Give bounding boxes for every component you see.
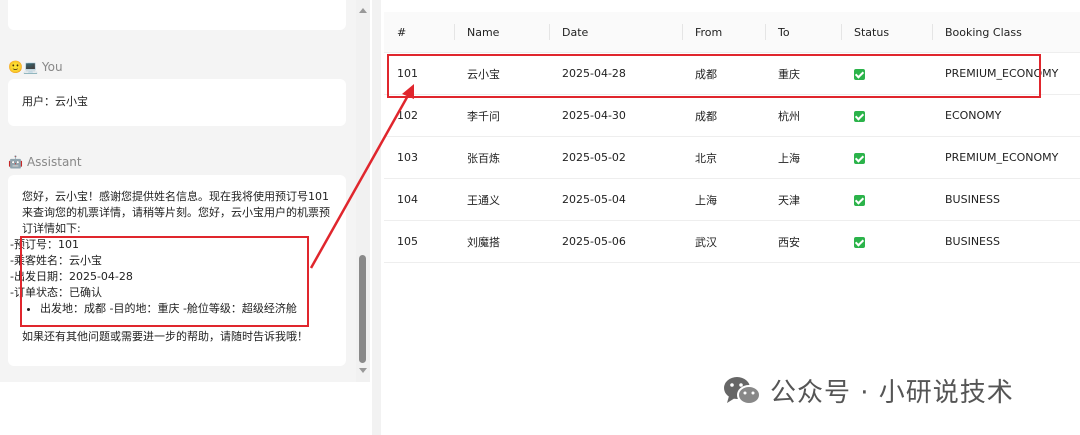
annotation-arrow [309, 84, 414, 269]
arrow-line [309, 91, 412, 269]
watermark-text: 公众号 · 小研说技术 [770, 378, 1014, 408]
wechat-icon [724, 376, 761, 405]
watermark: 公众号 · 小研说技术 [722, 372, 1014, 409]
